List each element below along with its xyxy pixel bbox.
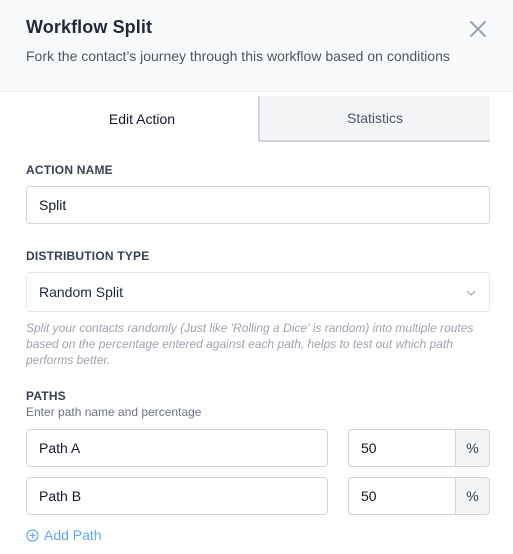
- panel-subtitle: Fork the contact’s journey through this …: [26, 48, 450, 64]
- path-b-name-input[interactable]: Path B: [26, 477, 328, 515]
- plus-circle-icon: [26, 528, 39, 542]
- workflow-split-panel: Workflow Split Fork the contact’s journe…: [0, 0, 513, 554]
- action-name-value: Split: [39, 197, 67, 213]
- path-a-percent-value: 50: [361, 440, 377, 456]
- panel-title: Workflow Split: [26, 17, 153, 37]
- close-icon: [470, 21, 486, 37]
- paths-hint: Enter path name and percentage: [26, 405, 202, 419]
- tab-statistics[interactable]: Statistics: [258, 96, 490, 142]
- panel-header: Workflow Split Fork the contact’s journe…: [0, 0, 513, 92]
- path-a-name-input[interactable]: Path A: [26, 429, 328, 467]
- path-a-percent-suffix: %: [456, 429, 490, 467]
- add-path-button[interactable]: Add Path: [26, 526, 102, 544]
- path-b-percent-input[interactable]: 50: [348, 477, 456, 515]
- paths-label: PATHS: [26, 389, 66, 403]
- chevron-down-icon: [466, 290, 476, 296]
- path-a-percent-input[interactable]: 50: [348, 429, 456, 467]
- close-button[interactable]: [466, 17, 490, 41]
- tab-bar: Edit Action Statistics: [26, 96, 490, 142]
- add-path-label: Add Path: [44, 527, 102, 543]
- distribution-type-select[interactable]: Random Split: [26, 272, 490, 312]
- path-b-percent-suffix: %: [456, 477, 490, 515]
- path-b-name-value: Path B: [39, 488, 82, 504]
- tab-edit-action[interactable]: Edit Action: [26, 96, 258, 142]
- action-name-label: ACTION NAME: [26, 163, 113, 177]
- action-name-input[interactable]: Split: [26, 186, 490, 224]
- path-b-percent-value: 50: [361, 488, 377, 504]
- distribution-description: Split your contacts randomly (Just like …: [26, 321, 474, 367]
- path-a-name-value: Path A: [39, 440, 81, 456]
- distribution-type-value: Random Split: [39, 284, 124, 300]
- distribution-type-label: DISTRIBUTION TYPE: [26, 249, 150, 263]
